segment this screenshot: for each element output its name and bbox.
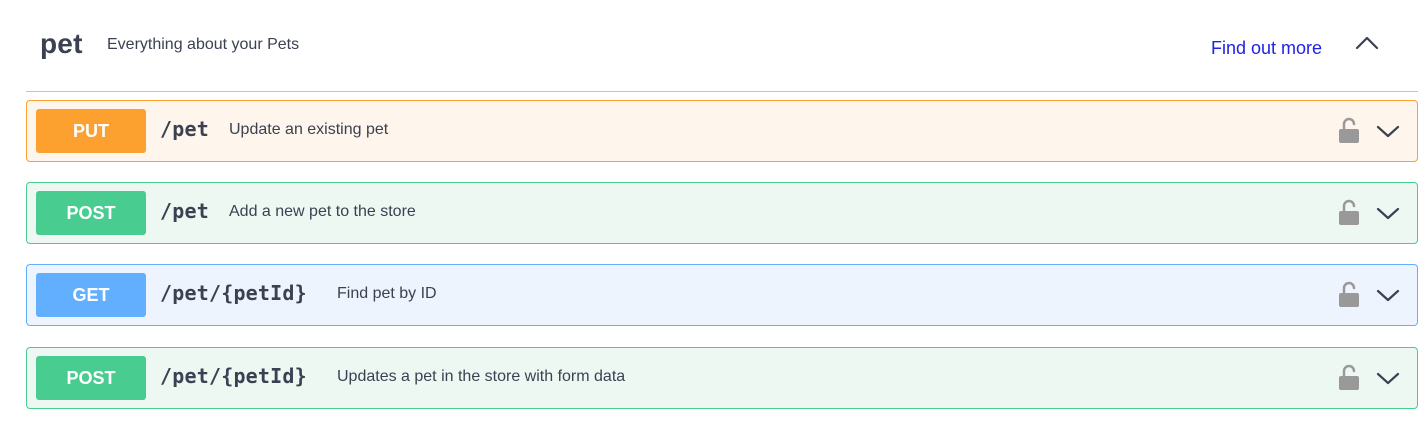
- operation-path: /pet: [160, 199, 209, 223]
- lock-open-icon[interactable]: [1337, 363, 1361, 391]
- operation-summary: Add a new pet to the store: [229, 203, 416, 220]
- operation-path: /pet/{petId}: [160, 364, 307, 388]
- opblock-put-pet[interactable]: PUT /pet Update an existing pet: [26, 100, 1418, 162]
- find-out-more-link[interactable]: Find out more: [1211, 38, 1322, 59]
- chevron-down-icon[interactable]: [1375, 286, 1401, 304]
- lock-open-icon[interactable]: [1337, 280, 1361, 308]
- chevron-down-icon[interactable]: [1375, 204, 1401, 222]
- chevron-down-icon[interactable]: [1375, 122, 1401, 140]
- chevron-down-icon[interactable]: [1375, 369, 1401, 387]
- tag-header[interactable]: pet Everything about your Pets Find out …: [26, 14, 1418, 92]
- method-badge: POST: [36, 191, 146, 235]
- method-badge: GET: [36, 273, 146, 317]
- opblock-post-pet[interactable]: POST /pet Add a new pet to the store: [26, 182, 1418, 244]
- lock-open-icon[interactable]: [1337, 116, 1361, 144]
- method-badge: PUT: [36, 109, 146, 153]
- operation-summary: Updates a pet in the store with form dat…: [337, 368, 626, 385]
- operation-summary: Find pet by ID: [337, 285, 437, 302]
- tag-description: Everything about your Pets: [107, 36, 300, 53]
- tag-name: pet: [40, 28, 83, 59]
- operation-summary: Update an existing pet: [229, 121, 389, 138]
- lock-open-icon[interactable]: [1337, 198, 1361, 226]
- chevron-up-icon[interactable]: [1352, 32, 1382, 54]
- opblock-post-pet-by-id[interactable]: POST /pet/{petId} Updates a pet in the s…: [26, 347, 1418, 409]
- operation-path: /pet: [160, 117, 209, 141]
- method-badge: POST: [36, 356, 146, 400]
- operation-path: /pet/{petId}: [160, 281, 307, 305]
- opblock-get-pet-by-id[interactable]: GET /pet/{petId} Find pet by ID: [26, 264, 1418, 326]
- operations-tag-section: pet Everything about your Pets Find out …: [0, 0, 1428, 421]
